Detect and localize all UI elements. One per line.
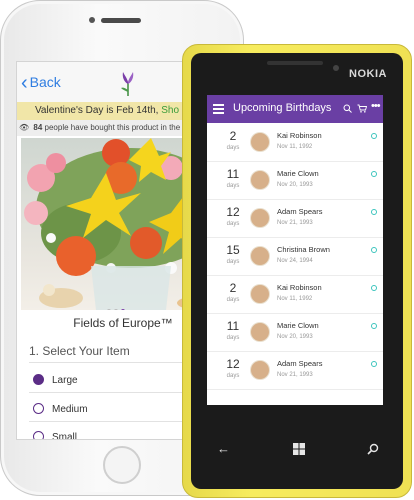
windows-start-icon[interactable] [293,443,305,455]
days-count: 12 [226,205,240,219]
promo-shop-link[interactable]: Sho [161,105,179,116]
status-dot-icon [371,361,377,367]
days-label: days [226,183,240,189]
days-label: days [226,373,240,379]
purchase-text: people have bought this product in the [44,123,181,132]
chevron-left-icon: ‹ [21,72,28,94]
person-name: Kai Robinson [277,131,322,140]
birth-date: Nov 11, 1992 [277,144,313,150]
avatar [250,246,270,266]
option-label: Large [52,375,78,386]
search-icon[interactable] [343,104,352,113]
front-camera-icon [89,17,95,23]
option-small[interactable]: Small [33,431,78,440]
birth-date: Nov 21, 1993 [277,220,313,226]
birthday-row[interactable]: 11 days Marie Clown Nov 20, 1993 [207,313,383,352]
radio-icon[interactable] [33,403,44,414]
eye-icon: 👁 [19,123,30,132]
select-item-heading: 1. Select Your Item [29,344,130,358]
cart-icon[interactable] [357,104,367,113]
option-label: Medium [52,404,88,415]
status-dot-icon [371,133,377,139]
birth-date: Nov 20, 1993 [277,334,313,340]
app-title: Upcoming Birthdays [233,102,332,114]
birthday-row[interactable]: 12 days Adam Spears Nov 21, 1993 [207,199,383,238]
carousel-dot[interactable] [107,309,111,310]
status-dot-icon [371,209,377,215]
back-button[interactable]: ‹ Back [21,72,61,95]
windows-nav-bar: ← [201,441,393,461]
days-count: 11 [226,319,240,333]
hamburger-menu-icon[interactable] [213,104,224,114]
person-name: Marie Clown [277,169,319,178]
purchase-count: 84 [33,123,43,132]
front-camera-icon [333,65,339,71]
earpiece-speaker [101,18,141,23]
avatar [250,170,270,190]
tulip-logo-icon [121,72,134,96]
search-icon[interactable] [367,443,379,455]
birth-date: Nov 21, 1993 [277,372,313,378]
person-name: Christina Brown [277,245,330,254]
days-count: 11 [226,167,240,181]
birth-date: Nov 24, 1994 [277,258,313,264]
nokia-screen: Upcoming Birthdays ••• 2 days Kai Robins… [207,95,383,405]
promo-text: Valentine's Day is Feb 14th, [35,105,159,116]
days-label: days [226,145,240,151]
carousel-indicator[interactable] [107,300,128,310]
birthday-row[interactable]: 12 days Adam Spears Nov 21, 1993 [207,351,383,390]
option-medium[interactable]: Medium [33,403,88,415]
days-count: 2 [229,281,237,295]
app-header: Upcoming Birthdays ••• [207,95,383,123]
person-name: Kai Robinson [277,283,322,292]
avatar [250,322,270,342]
person-name: Adam Spears [277,207,323,216]
brand-logo: NOKIA [349,68,387,80]
option-label: Small [52,432,78,440]
birthday-row[interactable]: 2 days Kai Robinson Nov 11, 1992 [207,275,383,314]
person-name: Marie Clown [277,321,319,330]
status-dot-icon [371,171,377,177]
days-label: days [226,335,240,341]
avatar [250,208,270,228]
birthday-row[interactable]: 15 days Christina Brown Nov 24, 1994 [207,237,383,276]
back-arrow-icon[interactable]: ← [217,441,230,456]
birth-date: Nov 20, 1993 [277,182,313,188]
radio-selected-icon[interactable] [33,374,44,385]
avatar [250,360,270,380]
birthday-row[interactable]: 2 days Kai Robinson Nov 11, 1992 [207,123,383,162]
person-name: Adam Spears [277,359,323,368]
status-dot-icon [371,285,377,291]
option-large[interactable]: Large [33,374,78,386]
more-options-icon[interactable]: ••• [371,100,381,112]
status-dot-icon [371,247,377,253]
days-label: days [226,221,240,227]
back-label: Back [29,74,61,90]
nokia-device: NOKIA Upcoming Birthdays ••• 2 days Kai … [182,44,412,498]
carousel-dot[interactable] [114,309,118,310]
home-button[interactable] [103,446,141,484]
avatar [250,284,270,304]
days-label: days [226,259,240,265]
carousel-dot-active[interactable] [121,309,125,310]
days-label: days [226,297,240,303]
avatar [250,132,270,152]
earpiece-speaker [267,61,323,65]
birth-date: Nov 11, 1992 [277,296,313,302]
radio-icon[interactable] [33,431,44,439]
status-dot-icon [371,323,377,329]
birthday-row[interactable]: 11 days Marie Clown Nov 20, 1993 [207,161,383,200]
days-count: 15 [226,243,240,257]
days-count: 2 [229,129,237,143]
days-count: 12 [226,357,240,371]
